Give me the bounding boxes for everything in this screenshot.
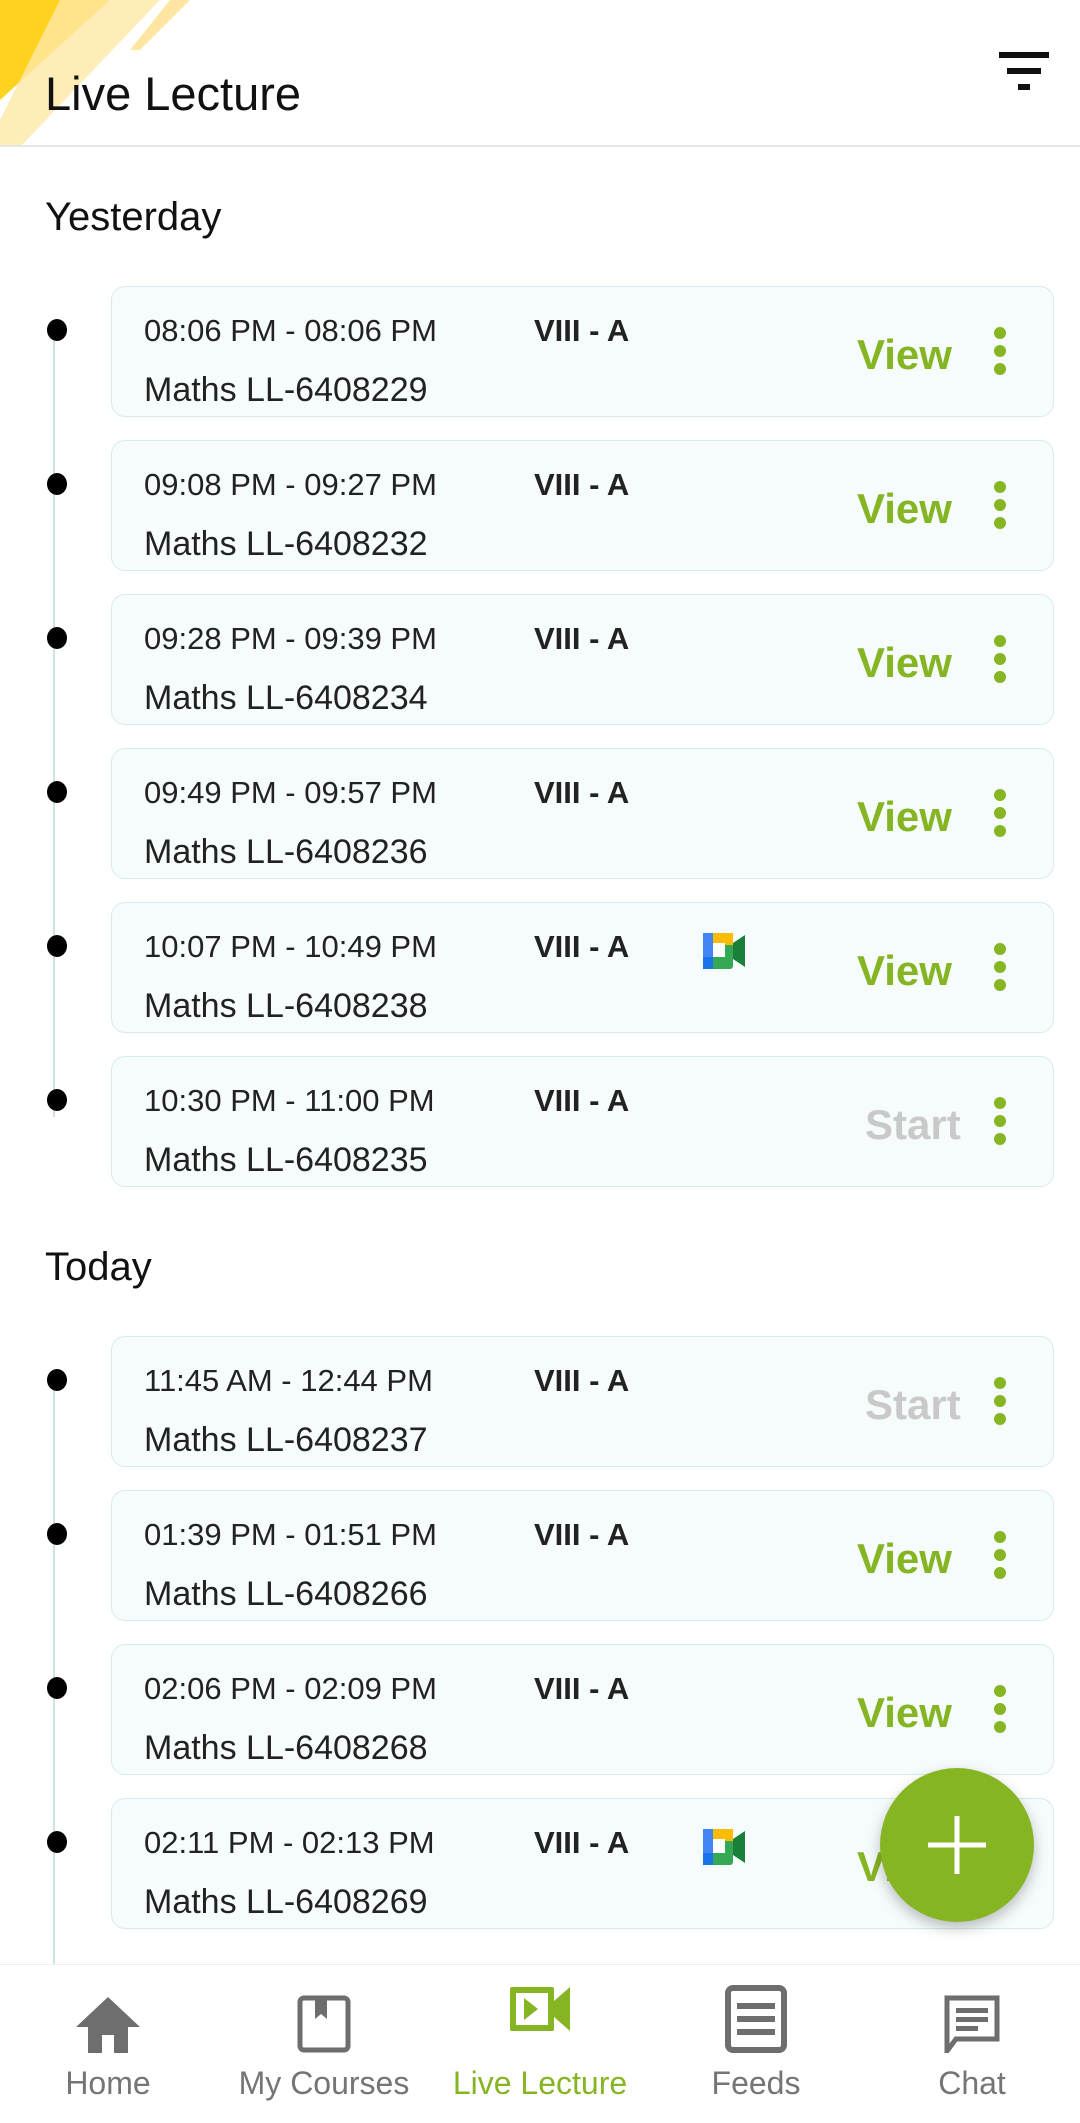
timeline-dot: [47, 781, 67, 803]
lecture-subject: Maths LL-6408237: [144, 1421, 428, 1459]
page-title: Live Lecture: [45, 67, 302, 120]
lecture-list: Yesterday 08:06 PM - 08:06 PM VIII - A M…: [0, 147, 1080, 1964]
timeline-line: [53, 326, 55, 1117]
lecture-card[interactable]: 09:49 PM - 09:57 PM VIII - A Maths LL-64…: [47, 748, 1054, 879]
timeline-dot: [47, 473, 67, 495]
section-title: Today: [45, 1245, 152, 1289]
lecture-class: VIII - A: [534, 467, 630, 502]
lecture-time: 10:07 PM - 10:49 PM: [144, 929, 437, 964]
lecture-subject: Maths LL-6408269: [144, 1883, 428, 1921]
filter-icon[interactable]: [998, 52, 1050, 92]
more-options-icon[interactable]: [994, 943, 1006, 991]
timeline-dot: [47, 1677, 67, 1699]
lecture-class: VIII - A: [534, 313, 630, 348]
lecture-card[interactable]: 09:08 PM - 09:27 PM VIII - A Maths LL-64…: [47, 440, 1054, 571]
view-button[interactable]: View: [857, 639, 952, 687]
view-button[interactable]: View: [857, 1535, 952, 1583]
lecture-class: VIII - A: [534, 929, 630, 964]
lecture-card[interactable]: 01:39 PM - 01:51 PM VIII - A Maths LL-64…: [47, 1490, 1054, 1621]
lecture-card[interactable]: 10:07 PM - 10:49 PM VIII - A Maths LL-64…: [47, 902, 1054, 1033]
lecture-subject: Maths LL-6408235: [144, 1141, 428, 1179]
lecture-time: 10:30 PM - 11:00 PM: [144, 1083, 435, 1118]
lecture-time: 02:06 PM - 02:09 PM: [144, 1671, 437, 1706]
timeline-dot: [47, 1831, 67, 1853]
lecture-card[interactable]: 10:30 PM - 11:00 PM VIII - A Maths LL-64…: [47, 1056, 1054, 1187]
lecture-card[interactable]: 08:06 PM - 08:06 PM VIII - A Maths LL-64…: [47, 286, 1054, 417]
bottom-nav: Home My Courses Live Lecture Feeds Chat: [0, 1964, 1080, 2123]
more-options-icon[interactable]: [994, 1531, 1006, 1579]
more-options-icon[interactable]: [994, 635, 1006, 683]
timeline-dot: [47, 1089, 67, 1111]
google-meet-icon: [703, 1829, 745, 1865]
section-yesterday: Yesterday 08:06 PM - 08:06 PM VIII - A M…: [0, 195, 1080, 1187]
lecture-card[interactable]: 02:06 PM - 02:09 PM VIII - A Maths LL-64…: [47, 1644, 1054, 1775]
nav-home[interactable]: Home: [0, 1965, 216, 2123]
home-icon: [76, 1997, 140, 2053]
start-button[interactable]: Start: [865, 1381, 961, 1429]
lecture-class: VIII - A: [534, 1083, 630, 1118]
lecture-class: VIII - A: [534, 1671, 630, 1706]
timeline-dot: [47, 627, 67, 649]
lecture-subject: Maths LL-6408232: [144, 525, 428, 563]
section-title: Yesterday: [45, 195, 222, 239]
lecture-subject: Maths LL-6408236: [144, 833, 428, 871]
google-meet-icon: [703, 933, 745, 969]
lecture-time: 09:49 PM - 09:57 PM: [144, 775, 437, 810]
add-lecture-button[interactable]: [880, 1768, 1034, 1922]
app-header: Live Lecture: [0, 0, 1080, 147]
more-options-icon[interactable]: [994, 327, 1006, 375]
nav-feeds[interactable]: Feeds: [648, 1965, 864, 2123]
lecture-time: 01:39 PM - 01:51 PM: [144, 1517, 437, 1552]
more-options-icon[interactable]: [994, 1097, 1006, 1145]
view-button[interactable]: View: [857, 793, 952, 841]
timeline-dot: [47, 935, 67, 957]
more-options-icon[interactable]: [994, 789, 1006, 837]
lecture-time: 02:11 PM - 02:13 PM: [144, 1825, 435, 1860]
lecture-class: VIII - A: [534, 1517, 630, 1552]
lecture-subject: Maths LL-6408234: [144, 679, 428, 717]
book-icon: [297, 1995, 351, 2053]
lecture-subject: Maths LL-6408266: [144, 1575, 428, 1613]
lecture-card[interactable]: 11:45 AM - 12:44 PM VIII - A Maths LL-64…: [47, 1336, 1054, 1467]
lecture-class: VIII - A: [534, 1363, 630, 1398]
timeline-dot: [47, 1523, 67, 1545]
timeline-dot: [47, 1369, 67, 1391]
timeline-line: [53, 1376, 55, 1964]
nav-live-lecture[interactable]: Live Lecture: [432, 1965, 648, 2123]
view-button[interactable]: View: [857, 485, 952, 533]
more-options-icon[interactable]: [994, 1685, 1006, 1733]
lecture-subject: Maths LL-6408229: [144, 371, 428, 409]
lecture-subject: Maths LL-6408268: [144, 1729, 428, 1767]
view-button[interactable]: View: [857, 331, 952, 379]
lecture-time: 09:08 PM - 09:27 PM: [144, 467, 437, 502]
chat-icon: [944, 1995, 1000, 2053]
view-button[interactable]: View: [857, 1689, 952, 1737]
lecture-class: VIII - A: [534, 1825, 630, 1860]
lecture-card[interactable]: 09:28 PM - 09:39 PM VIII - A Maths LL-64…: [47, 594, 1054, 725]
lecture-time: 09:28 PM - 09:39 PM: [144, 621, 437, 656]
timeline-dot: [47, 319, 67, 341]
view-button[interactable]: View: [857, 947, 952, 995]
more-options-icon[interactable]: [994, 481, 1006, 529]
lecture-time: 08:06 PM - 08:06 PM: [144, 313, 437, 348]
lecture-subject: Maths LL-6408238: [144, 987, 428, 1025]
start-button[interactable]: Start: [865, 1101, 961, 1149]
lecture-class: VIII - A: [534, 775, 630, 810]
feeds-icon: [725, 1985, 787, 2053]
more-options-icon[interactable]: [994, 1377, 1006, 1425]
nav-my-courses[interactable]: My Courses: [216, 1965, 432, 2123]
nav-chat[interactable]: Chat: [864, 1965, 1080, 2123]
lecture-class: VIII - A: [534, 621, 630, 656]
lecture-time: 11:45 AM - 12:44 PM: [144, 1363, 433, 1398]
video-icon: [510, 1987, 570, 2031]
